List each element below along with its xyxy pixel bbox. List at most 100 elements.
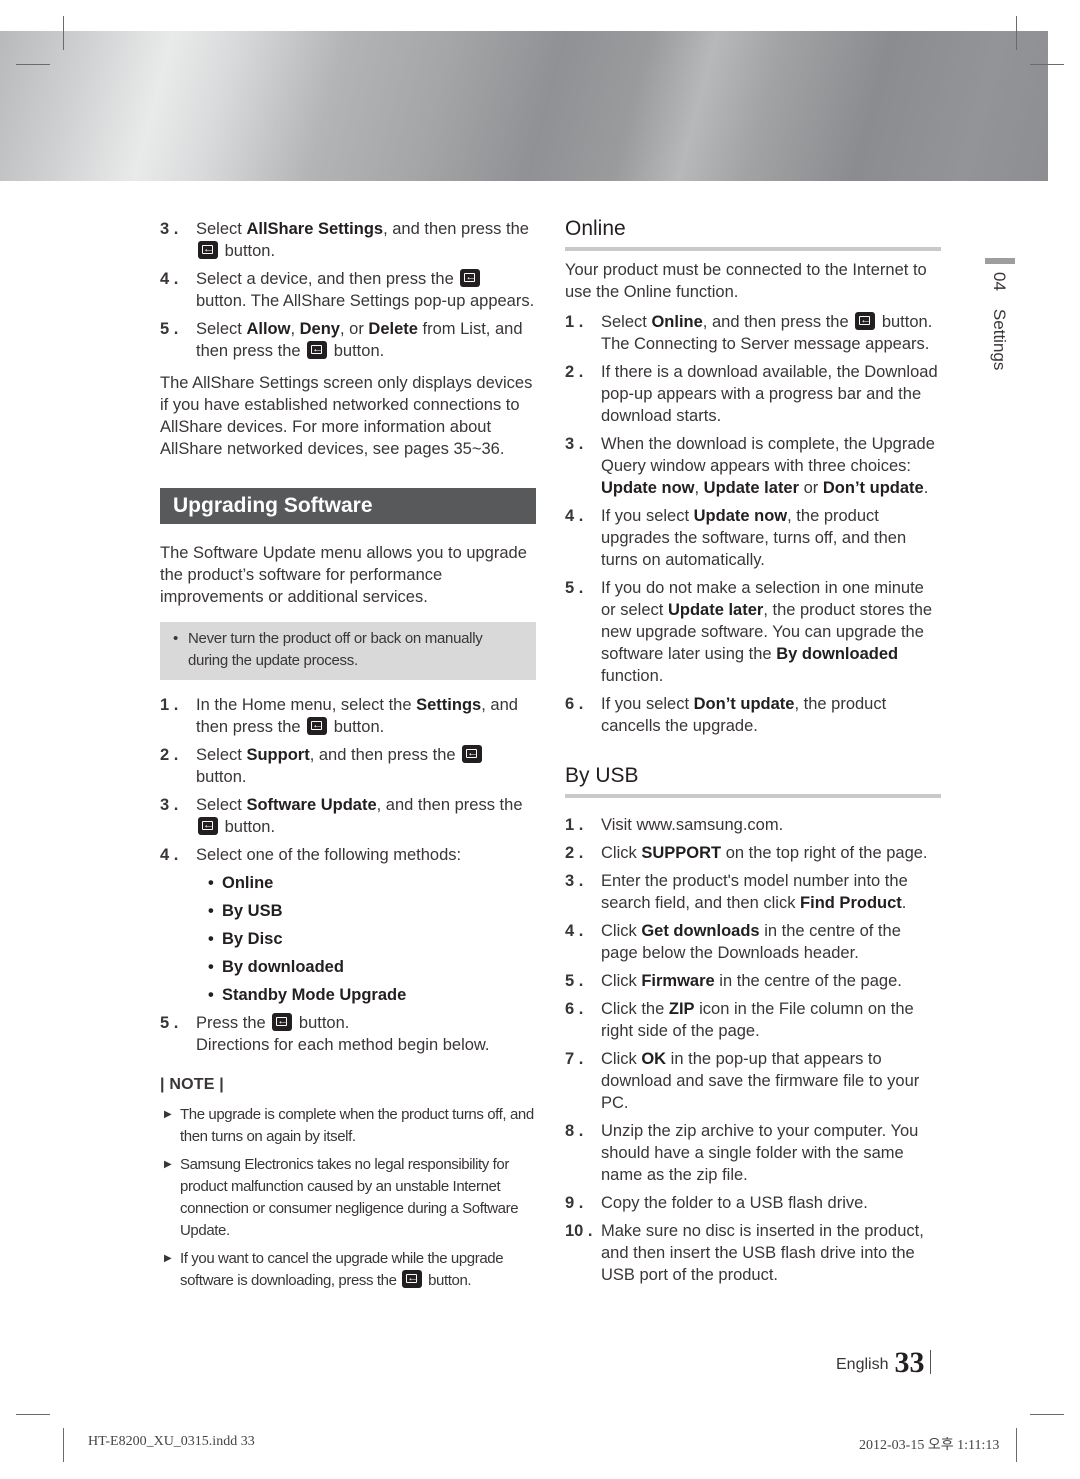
menu-term: By downloaded — [776, 645, 899, 663]
menu-term: Delete — [368, 320, 418, 338]
upgrade-step-4: 4 . Select one of the following methods: — [160, 844, 536, 866]
menu-term: Find Product — [800, 894, 902, 912]
enter-button-icon — [460, 268, 481, 287]
crop-mark — [1030, 64, 1064, 65]
step-number: 5 . — [565, 972, 584, 990]
menu-term: AllShare Settings — [246, 220, 384, 238]
caution-box: • Never turn the product off or back on … — [160, 622, 536, 680]
triangle-right-icon: ▶ — [164, 1109, 172, 1120]
step-text: Click — [601, 922, 642, 940]
menu-term: Online — [651, 313, 703, 331]
left-column: 3 . Select AllShare Settings, and then p… — [160, 218, 536, 1298]
online-step-1: 1 . Select Online, and then press the bu… — [565, 311, 941, 355]
menu-term: Deny — [299, 320, 340, 338]
step-text: button. — [333, 718, 385, 736]
method-item: Standby Mode Upgrade — [208, 984, 536, 1006]
allshare-step-4: 4 . Select a device, and then press the … — [160, 268, 536, 312]
usb-step-10: 10 . Make sure no disc is inserted in th… — [565, 1220, 941, 1286]
usb-step-3: 3 . Enter the product's model number int… — [565, 870, 941, 914]
step-text: Select — [601, 313, 652, 331]
method-list: Online By USB By Disc By downloaded Stan… — [208, 872, 536, 1006]
step-text: , and then press the — [309, 746, 461, 764]
usb-step-7: 7 . Click OK in the pop-up that appears … — [565, 1048, 941, 1114]
step-text: Select — [196, 796, 247, 814]
menu-term: Update later — [667, 601, 764, 619]
enter-button-icon — [272, 1012, 293, 1031]
crop-mark — [1016, 16, 1017, 50]
note-heading: | NOTE | — [160, 1076, 224, 1093]
header-banner — [0, 31, 1048, 181]
step-text: Select — [196, 220, 247, 238]
note-text: Samsung Electronics takes no legal respo… — [180, 1156, 519, 1239]
crop-mark — [1030, 1414, 1064, 1415]
online-step-6: 6 . If you select Don’t update, the prod… — [565, 693, 941, 737]
step-number: 3 . — [565, 435, 584, 453]
enter-button-icon — [402, 1269, 423, 1288]
page-number: 33 — [894, 1346, 925, 1379]
step-number: 4 . — [565, 507, 584, 525]
step-text: Click — [601, 1050, 642, 1068]
triangle-right-icon: ▶ — [164, 1253, 172, 1264]
step-text: Click — [601, 972, 642, 990]
step-number: 2 . — [160, 746, 179, 764]
note-item: ▶ The upgrade is complete when the produ… — [160, 1104, 536, 1148]
menu-term: SUPPORT — [641, 844, 722, 862]
heading-by-usb: By USB — [565, 765, 941, 798]
online-step-2: 2 . If there is a download available, th… — [565, 361, 941, 427]
step-text: Click the — [601, 1000, 669, 1018]
online-intro: Your product must be connected to the In… — [565, 261, 927, 301]
enter-button-icon — [462, 744, 483, 763]
step-text: Visit www.samsung.com. — [601, 816, 784, 834]
language-label: English — [836, 1356, 889, 1373]
step-text: , and then press the — [376, 796, 523, 814]
upgrade-step-2: 2 . Select Support, and then press the b… — [160, 744, 536, 788]
menu-term: Update now — [601, 479, 695, 497]
right-column: Online Your product must be connected to… — [565, 218, 941, 1292]
menu-term: Support — [246, 746, 310, 764]
upgrade-step-3: 3 . Select Software Update, and then pre… — [160, 794, 536, 838]
usb-step-2: 2 . Click SUPPORT on the top right of th… — [565, 842, 941, 864]
menu-term: Software Update — [246, 796, 377, 814]
crop-mark — [16, 1414, 50, 1415]
step-text: button. — [196, 768, 247, 786]
step-text: button. The AllShare Settings pop-up app… — [196, 292, 535, 310]
usb-step-9: 9 . Copy the folder to a USB flash drive… — [565, 1192, 941, 1214]
step-text: , and then press the — [383, 220, 529, 238]
enter-button-icon — [198, 240, 218, 259]
step-text: If there is a download available, the Do… — [601, 363, 938, 425]
step-number: 4 . — [565, 922, 584, 940]
step-text: If you select — [601, 695, 694, 713]
chapter-title: Settings — [990, 308, 1009, 371]
step-number: 1 . — [160, 696, 179, 714]
crop-mark — [63, 1428, 64, 1462]
chapter-tab-bar — [985, 258, 1015, 264]
step-number: 2 . — [565, 844, 584, 862]
note-item: ▶ If you want to cancel the upgrade whil… — [160, 1248, 536, 1292]
step-text: button. — [224, 818, 276, 836]
page-number-divider — [930, 1350, 932, 1374]
step-text: function. — [601, 667, 664, 685]
step-text: , and then press the — [702, 313, 854, 331]
step-number: 5 . — [160, 320, 179, 338]
step-number: 1 . — [565, 816, 584, 834]
slug-filename: HT-E8200_XU_0315.indd 33 — [88, 1434, 255, 1449]
menu-term: ZIP — [668, 1000, 695, 1018]
usb-step-6: 6 . Click the ZIP icon in the File colum… — [565, 998, 941, 1042]
step-text: Select — [196, 746, 247, 764]
step-text: button. — [224, 242, 276, 260]
step-text: Click — [601, 844, 642, 862]
method-item: Online — [208, 872, 536, 894]
step-text: Unzip the zip archive to your computer. … — [601, 1122, 919, 1184]
step-text: Select one of the following methods: — [196, 846, 462, 864]
step-text: or — [799, 479, 823, 497]
step-text: Press the — [196, 1014, 271, 1032]
step-number: 7 . — [565, 1050, 584, 1068]
triangle-right-icon: ▶ — [164, 1159, 172, 1170]
step-number: 6 . — [565, 1000, 584, 1018]
step-number: 4 . — [160, 270, 179, 288]
step-text: . — [901, 894, 907, 912]
step-number: 3 . — [565, 872, 584, 890]
menu-term: Don’t update — [822, 479, 924, 497]
caution-text: Never turn the product off or back on ma… — [188, 630, 483, 669]
usb-step-5: 5 . Click Firmware in the centre of the … — [565, 970, 941, 992]
